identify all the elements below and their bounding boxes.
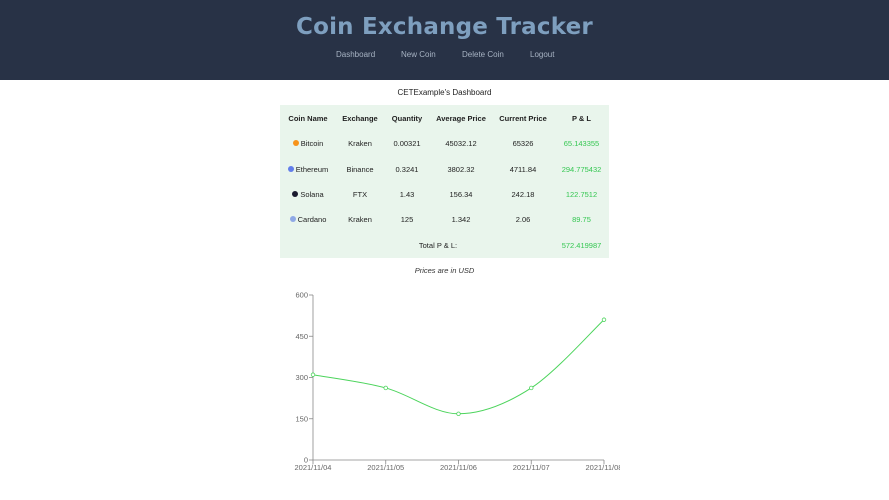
app-header: Coin Exchange Tracker Dashboard New Coin… xyxy=(0,0,889,80)
table-row: Solana FTX 1.43 156.34 242.18 122.7512 xyxy=(280,182,609,207)
quantity-cell: 125 xyxy=(400,215,414,225)
x-tick-label: 2021/11/07 xyxy=(513,463,550,472)
coin-name: Ethereum xyxy=(295,164,329,174)
currency-note: Prices are in USD xyxy=(414,266,475,275)
data-point xyxy=(310,372,316,377)
exchange-cell: Binance xyxy=(346,164,374,174)
nav-delete-coin[interactable]: Delete Coin xyxy=(462,50,504,59)
table-row: Bitcoin Kraken 0.00321 45032.12 65326 65.1433… xyxy=(280,131,609,156)
y-tick-label: 300 xyxy=(295,373,308,382)
average-price-cell: 156.34 xyxy=(449,189,473,199)
coin-name: Solana xyxy=(300,189,324,199)
data-point xyxy=(529,385,534,391)
main-nav: Dashboard New Coin Delete Coin Logout xyxy=(0,50,889,64)
x-tick-label: 2021/11/04 xyxy=(295,463,332,472)
y-tick-label: 450 xyxy=(295,332,308,341)
total-value: 572.419987 xyxy=(561,240,602,250)
col-pl: P & L xyxy=(571,113,592,123)
x-tick-label: 2021/11/08 xyxy=(586,463,620,472)
quantity-cell: 0.3241 xyxy=(395,164,419,174)
average-price-cell: 3802.32 xyxy=(447,164,475,174)
nav-dashboard[interactable]: Dashboard xyxy=(336,50,375,59)
col-average-price: Average Price xyxy=(436,113,486,123)
col-current-price: Current Price xyxy=(499,113,547,123)
y-tick-label: 150 xyxy=(295,414,308,423)
coin-name: Bitcoin xyxy=(300,139,324,149)
current-price-cell: 242.18 xyxy=(511,189,535,199)
coin-name-cell: Solana xyxy=(280,182,336,207)
y-tick-label: 600 xyxy=(295,291,308,300)
holdings-table: Coin Name Exchange Quantity Average Pric… xyxy=(280,105,609,258)
col-quantity: Quantity xyxy=(391,113,423,123)
pl-cell: 89.75 xyxy=(572,215,591,225)
exchange-cell: FTX xyxy=(352,189,368,199)
quantity-cell: 1.43 xyxy=(399,189,415,199)
dashboard-title: CETExample's Dashboard xyxy=(397,88,492,97)
exchange-cell: Kraken xyxy=(348,215,372,225)
price-line-chart: 0150300450600 2021/11/04 2021/11/05 2021/1… xyxy=(295,291,620,473)
app-title: Coin Exchange Tracker xyxy=(296,14,593,40)
pl-cell: 122.7512 xyxy=(565,189,598,199)
x-axis: 2021/11/04 2021/11/05 2021/11/06 2021/11/07… xyxy=(295,459,620,472)
x-tick-label: 2021/11/06 xyxy=(440,463,477,472)
exchange-cell: Kraken xyxy=(348,139,372,149)
pl-cell: 65.143355 xyxy=(563,139,600,149)
coin-name-cell: Bitcoin xyxy=(280,131,336,156)
average-price-cell: 1.342 xyxy=(451,215,471,225)
pl-cell: 294.775432 xyxy=(561,164,602,174)
col-exchange: Exchange xyxy=(342,113,378,123)
current-price-cell: 4711.84 xyxy=(509,164,537,174)
solana-icon xyxy=(292,190,299,197)
series-group xyxy=(310,317,607,416)
table-row: Ethereum Binance 0.3241 3802.32 4711.84 294.7… xyxy=(280,156,609,181)
table-header-row: Coin Name Exchange Quantity Average Pric… xyxy=(280,105,609,131)
nav-logout[interactable]: Logout xyxy=(530,50,554,59)
nav-new-coin[interactable]: New Coin xyxy=(401,50,436,59)
bitcoin-icon xyxy=(292,140,299,147)
total-label: Total P & L: xyxy=(418,240,458,250)
series-line xyxy=(312,319,605,415)
cardano-icon xyxy=(289,216,296,223)
current-price-cell: 65326 xyxy=(512,139,534,149)
table-row: Cardano Kraken 125 1.342 2.06 89.75 xyxy=(280,207,609,232)
coin-name: Cardano xyxy=(297,215,327,225)
y-axis: 0150300450600 xyxy=(295,291,314,465)
current-price-cell: 2.06 xyxy=(515,215,531,225)
quantity-cell: 0.00321 xyxy=(393,139,421,149)
holdings-table-container: Coin Name Exchange Quantity Average Pric… xyxy=(280,105,609,258)
x-tick-label: 2021/11/05 xyxy=(367,463,404,472)
coin-name-cell: Cardano xyxy=(280,207,336,232)
data-point xyxy=(456,411,461,416)
ethereum-icon xyxy=(287,165,294,172)
data-point xyxy=(383,385,388,391)
average-price-cell: 45032.12 xyxy=(445,139,477,149)
coin-name-cell: Ethereum xyxy=(280,156,336,181)
total-row: Total P & L: 572.419987 xyxy=(280,233,609,258)
data-point xyxy=(601,317,607,322)
col-coin-name: Coin Name xyxy=(288,113,328,123)
